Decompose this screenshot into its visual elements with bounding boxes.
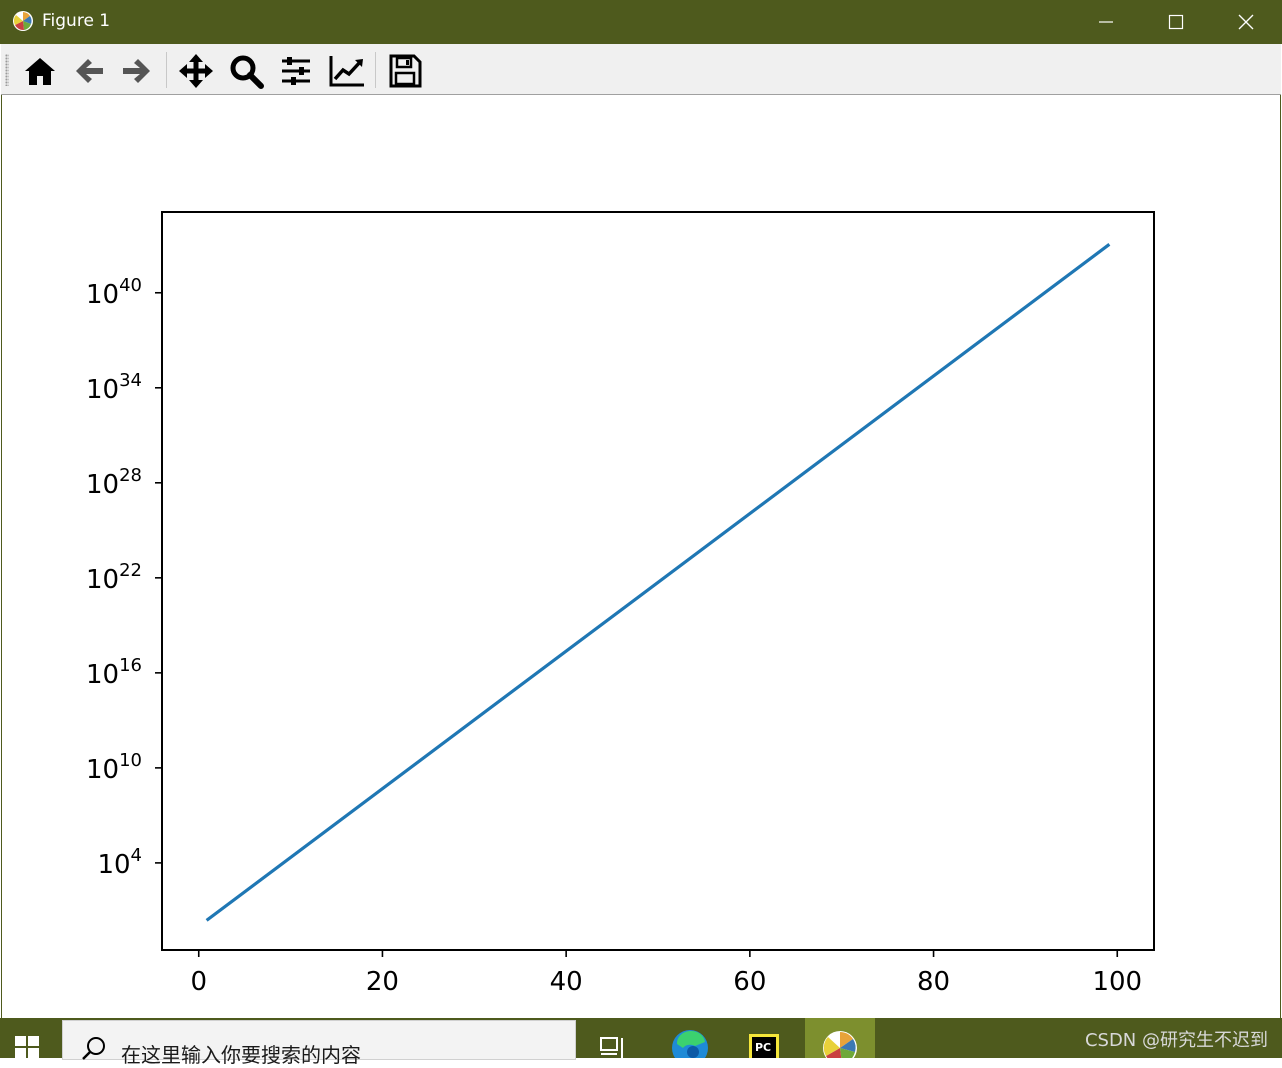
home-icon bbox=[25, 58, 55, 85]
matplotlib-figure-icon bbox=[823, 1031, 857, 1065]
x-tick-label: 80 bbox=[917, 967, 950, 997]
x-tick-label: 100 bbox=[1092, 967, 1142, 997]
navigation-toolbar bbox=[1, 44, 1281, 95]
minimize-button[interactable] bbox=[1071, 0, 1141, 44]
x-tick-label: 40 bbox=[550, 967, 583, 997]
start-button[interactable] bbox=[0, 1018, 60, 1058]
maximize-icon bbox=[1168, 14, 1184, 30]
edge-browser-button[interactable] bbox=[655, 1018, 725, 1066]
save-floppy-icon bbox=[389, 54, 422, 88]
search-placeholder: 在这里输入你要搜索的内容 bbox=[121, 1043, 361, 1067]
y-tick-label: 1016 bbox=[86, 655, 142, 690]
y-tick-label: 1022 bbox=[86, 560, 142, 595]
close-icon bbox=[1238, 14, 1254, 30]
edit-axis-button[interactable] bbox=[327, 52, 365, 90]
pycharm-button[interactable]: PC bbox=[730, 1018, 800, 1060]
task-view-button[interactable] bbox=[578, 1018, 648, 1058]
maximize-button[interactable] bbox=[1141, 0, 1211, 44]
x-tick-label: 60 bbox=[733, 967, 766, 997]
svg-text:PC: PC bbox=[755, 1041, 771, 1054]
windows-logo-icon bbox=[15, 1036, 39, 1058]
pan-move-icon bbox=[179, 54, 213, 88]
figure-canvas[interactable]: 0 20 40 60 80 100 104 1010 1016 1022 1028 1034 1040 bbox=[1, 95, 1281, 1018]
pan-button[interactable] bbox=[177, 52, 215, 90]
configure-subplots-icon bbox=[282, 57, 310, 85]
taskbar-search-box[interactable]: 在这里输入你要搜索的内容 bbox=[62, 1020, 576, 1067]
series-line-0 bbox=[205, 243, 1111, 922]
matplotlib-app-icon bbox=[13, 11, 33, 31]
forward-button[interactable] bbox=[118, 52, 156, 90]
csdn-watermark: CSDN @研究生不迟到 bbox=[1084, 1030, 1268, 1051]
x-tick-label: 0 bbox=[190, 967, 207, 997]
window-title: Figure 1 bbox=[42, 11, 111, 31]
toolbar-separator bbox=[375, 52, 376, 88]
pycharm-icon: PC bbox=[749, 1034, 779, 1060]
close-button[interactable] bbox=[1211, 0, 1281, 44]
zoom-button[interactable] bbox=[227, 52, 265, 90]
windows-taskbar: 在这里输入你要搜索的内容 PC CSDN @研究生不迟到 bbox=[0, 1018, 1282, 1067]
toolbar-grip[interactable] bbox=[5, 54, 9, 86]
y-tick-label: 104 bbox=[97, 845, 142, 880]
search-icon bbox=[82, 1037, 105, 1060]
y-tick-label: 1028 bbox=[86, 465, 142, 500]
zoom-magnifier-icon bbox=[230, 55, 264, 89]
title-bar[interactable]: Figure 1 bbox=[0, 0, 1282, 44]
y-tick-label: 1010 bbox=[86, 750, 142, 785]
forward-arrow-icon bbox=[123, 59, 150, 83]
back-button[interactable] bbox=[70, 52, 108, 90]
task-view-icon bbox=[600, 1037, 623, 1058]
y-tick-label: 1040 bbox=[86, 275, 142, 310]
toolbar-separator bbox=[166, 52, 167, 88]
y-tick-label: 1034 bbox=[86, 370, 142, 405]
matplotlib-figure-button[interactable] bbox=[805, 1018, 875, 1065]
home-button[interactable] bbox=[21, 52, 59, 90]
configure-subplots-button[interactable] bbox=[277, 52, 315, 90]
edit-axis-icon bbox=[329, 56, 364, 87]
edge-browser-icon bbox=[672, 1030, 708, 1066]
line-chart[interactable]: 0 20 40 60 80 100 104 1010 1016 1022 1028 1034 1040 bbox=[2, 95, 1280, 1018]
minimize-icon bbox=[1099, 21, 1113, 23]
save-button[interactable] bbox=[386, 52, 424, 90]
back-arrow-icon bbox=[76, 59, 103, 83]
x-tick-label: 20 bbox=[366, 967, 399, 997]
